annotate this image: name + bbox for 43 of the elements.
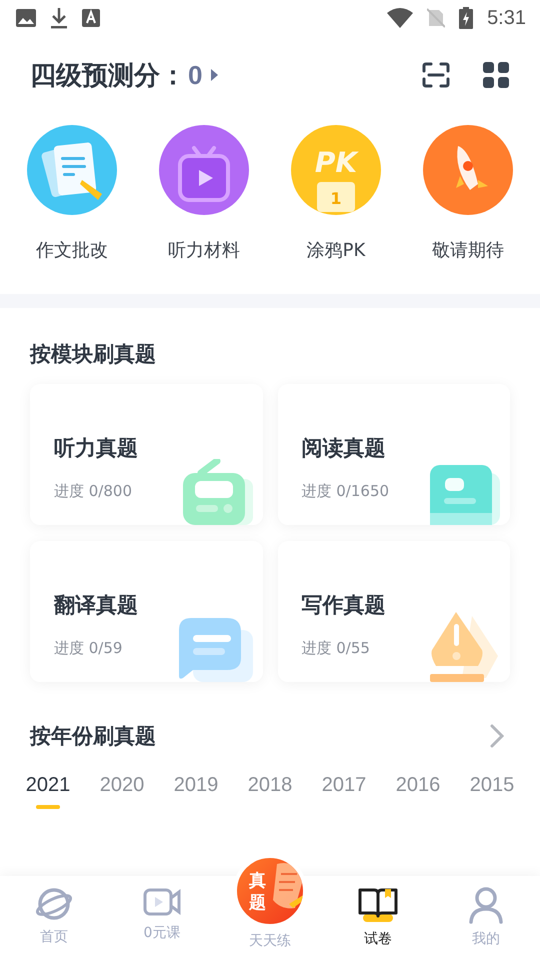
rocket-icon — [422, 124, 514, 216]
no-sim-icon — [427, 8, 446, 28]
battery-charging-icon — [459, 7, 474, 29]
year-tab[interactable]: 2016 — [392, 774, 444, 816]
year-tab[interactable]: 2020 — [96, 774, 148, 816]
video-camera-icon — [143, 886, 181, 918]
nav-tab[interactable]: 我的 — [432, 876, 540, 960]
section-title: 按模块刷真题 — [30, 341, 157, 368]
shortcut-label[interactable]: 涂鸦PK — [306, 238, 366, 262]
planet-icon — [35, 886, 73, 922]
nav-tab[interactable]: 0元课 — [108, 876, 216, 960]
year-tab[interactable]: 2017 — [318, 774, 370, 816]
image-icon — [16, 9, 36, 27]
status-time: 5:31 — [487, 6, 526, 30]
shortcut-label[interactable]: 听力材料 — [168, 238, 240, 262]
year-tab[interactable]: 2018 — [244, 774, 296, 816]
open-book-icon — [357, 886, 399, 924]
module-card[interactable]: 写作真题 进度 0/55 — [278, 541, 510, 682]
download-icon — [50, 7, 68, 29]
nav-tab[interactable]: 真 题 天天练 — [216, 854, 324, 960]
year-tab[interactable]: 2015 — [466, 774, 518, 816]
shortcut-label[interactable]: 敬请期待 — [432, 238, 504, 262]
tv-play-icon — [158, 124, 250, 216]
predicted-score-title: 四级预测分： — [30, 60, 186, 92]
year-tab[interactable]: 2019 — [170, 774, 222, 816]
radio-icon — [180, 459, 254, 525]
year-tab[interactable]: 2021 — [22, 774, 74, 816]
pk-trophy-icon: PK 1 — [290, 124, 382, 216]
chat-bubble-icon — [176, 618, 254, 682]
document-pencil-icon — [26, 124, 118, 216]
section-title: 按年份刷真题 — [30, 723, 156, 750]
module-card[interactable]: 阅读真题 进度 0/1650 — [278, 384, 510, 525]
shortcut-label[interactable]: 作文批改 — [36, 238, 108, 262]
scan-button[interactable] — [422, 62, 450, 88]
font-icon — [82, 9, 100, 27]
nav-tab[interactable]: 试卷 — [324, 876, 432, 960]
nav-tab[interactable]: 首页 — [0, 876, 108, 960]
wifi-icon — [387, 8, 414, 28]
grid-menu-button[interactable] — [482, 61, 510, 89]
predicted-score[interactable]: 0 — [188, 60, 202, 90]
module-card[interactable]: 听力真题 进度 0/800 — [30, 384, 262, 525]
person-icon — [468, 886, 504, 924]
module-card[interactable]: 翻译真题 进度 0/59 — [30, 541, 262, 682]
